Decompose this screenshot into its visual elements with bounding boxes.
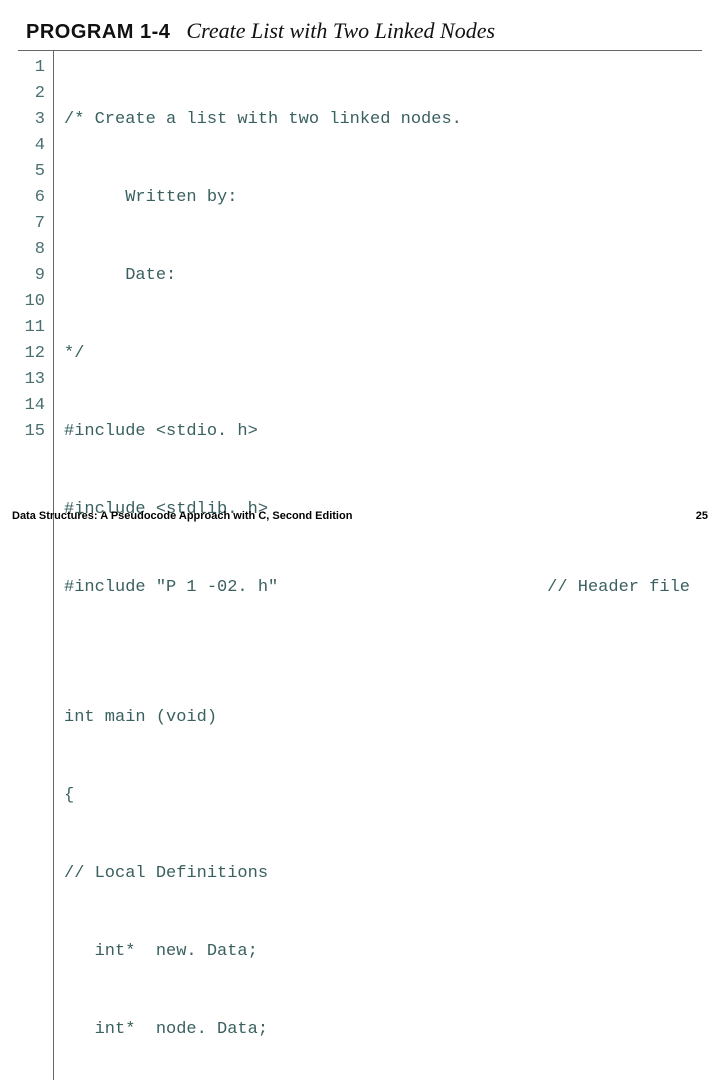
line-number: 6 xyxy=(22,185,45,211)
line-number: 15 xyxy=(22,419,45,445)
program-title: Create List with Two Linked Nodes xyxy=(186,18,495,44)
slide-page: PROGRAM 1-4 Create List with Two Linked … xyxy=(0,0,720,1080)
code-line: */ xyxy=(64,341,702,367)
line-number: 8 xyxy=(22,237,45,263)
line-number: 12 xyxy=(22,341,45,367)
code-line: // Local Definitions xyxy=(64,861,702,887)
line-number: 10 xyxy=(22,289,45,315)
line-number-gutter: 1 2 3 4 5 6 7 8 9 10 11 12 13 14 15 xyxy=(18,51,54,1080)
line-number: 3 xyxy=(22,107,45,133)
code-line: Written by: xyxy=(64,185,702,211)
code-line: Date: xyxy=(64,263,702,289)
line-number: 4 xyxy=(22,133,45,159)
page-number: 25 xyxy=(696,510,708,522)
code-line: int* node. Data; xyxy=(64,1017,702,1043)
code-line: #include <stdio. h> xyxy=(64,419,702,445)
line-number: 2 xyxy=(22,81,45,107)
code-line: int main (void) xyxy=(64,705,702,731)
program-heading: PROGRAM 1-4 Create List with Two Linked … xyxy=(26,18,702,44)
slide-footer: Data Structures: A Pseudocode Approach w… xyxy=(12,510,708,522)
code-text: #include "P 1 -02. h" xyxy=(64,575,278,601)
line-number: 5 xyxy=(22,159,45,185)
book-title: Data Structures: A Pseudocode Approach w… xyxy=(12,510,352,522)
code-listing: 1 2 3 4 5 6 7 8 9 10 11 12 13 14 15 /* C… xyxy=(18,50,702,1080)
line-number: 11 xyxy=(22,315,45,341)
program-label: PROGRAM 1-4 xyxy=(26,21,170,44)
line-number: 1 xyxy=(22,55,45,81)
line-number: 9 xyxy=(22,263,45,289)
code-line: int* new. Data; xyxy=(64,939,702,965)
line-number: 13 xyxy=(22,367,45,393)
code-line: /* Create a list with two linked nodes. xyxy=(64,107,702,133)
line-number: 14 xyxy=(22,393,45,419)
code-line: #include "P 1 -02. h" // Header file xyxy=(64,575,702,601)
code-comment: // Header file xyxy=(547,575,702,601)
code-body: /* Create a list with two linked nodes. … xyxy=(54,51,702,1080)
line-number: 7 xyxy=(22,211,45,237)
code-line: { xyxy=(64,783,702,809)
